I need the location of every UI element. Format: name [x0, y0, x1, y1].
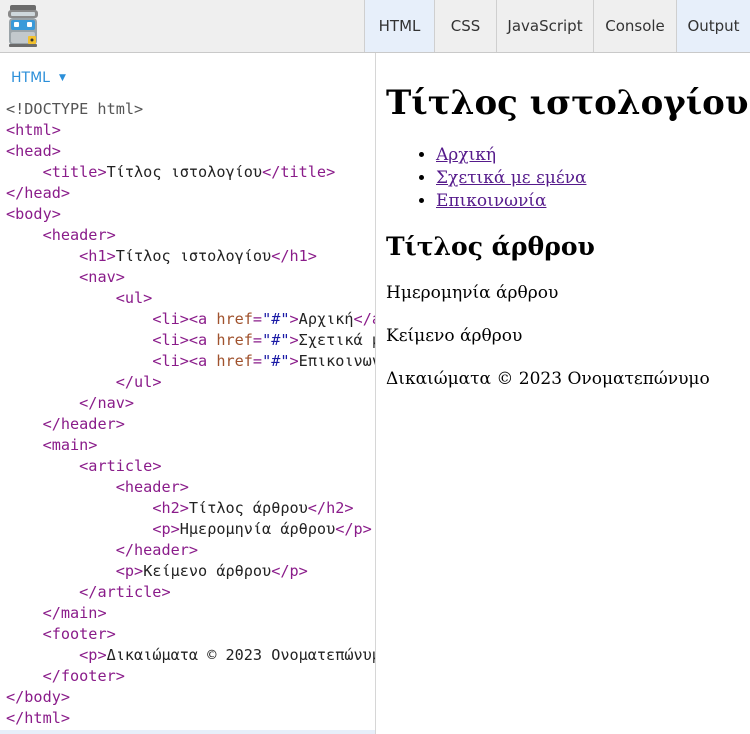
- code-line: <title>Τίτλος ιστολογίου</title>: [42, 163, 336, 181]
- code-line: </main>: [42, 604, 107, 622]
- view-tabs: HTML CSS JavaScript Console Output: [364, 0, 750, 52]
- code-line: </head>: [6, 184, 71, 202]
- code-line: <li><a href="#">Σχετικά με εμένα</a></li…: [152, 331, 375, 349]
- code-editor[interactable]: <!DOCTYPE html> <html> <head> <title>Τίτλο…: [6, 99, 376, 729]
- tab-console-label: Console: [605, 17, 665, 35]
- tab-output-label: Output: [687, 17, 740, 35]
- code-line: <head>: [6, 142, 61, 160]
- code-line: <header>: [115, 478, 189, 496]
- language-selector-label: HTML: [11, 70, 50, 86]
- tab-css-label: CSS: [450, 17, 481, 35]
- code-line: </footer>: [42, 667, 125, 685]
- tab-html[interactable]: HTML: [364, 0, 434, 52]
- output-nav-link-about[interactable]: Σχετικά με εμένα: [436, 168, 586, 188]
- output-nav-list: Αρχική Σχετικά με εμένα Επικοινωνία: [386, 144, 750, 213]
- code-line: <p>Δικαιώματα © 2023 Ονοματεπώνυμο</p>: [79, 646, 376, 664]
- output-article-title: Τίτλος άρθρου: [386, 232, 595, 261]
- caret-down-icon: ▼: [58, 73, 66, 83]
- output-footer-copyright: Δικαιώματα © 2023 Ονοματεπώνυμο: [386, 369, 710, 389]
- output-nav-item: Σχετικά με εμένα: [436, 167, 750, 190]
- output-article-body: Κείμενο άρθρου: [386, 326, 523, 346]
- editor-scroll-track: [0, 730, 375, 734]
- code-line: <body>: [6, 205, 61, 223]
- code-line: <article>: [79, 457, 162, 475]
- code-line: </nav>: [79, 394, 135, 412]
- code-line: </header>: [42, 415, 125, 433]
- code-line: </article>: [79, 583, 171, 601]
- code-line: <ul>: [115, 289, 153, 307]
- html-editor-pane[interactable]: HTML ▼ <!DOCTYPE html> <html> <head> <title…: [0, 53, 376, 734]
- tab-css[interactable]: CSS: [434, 0, 496, 52]
- code-line: </ul>: [115, 373, 162, 391]
- code-line: <footer>: [42, 625, 116, 643]
- output-pane: Τίτλος ιστολογίου Αρχική Σχετικά με εμέν…: [377, 53, 750, 734]
- output-blog-title: Τίτλος ιστολογίου: [386, 83, 749, 123]
- language-selector[interactable]: HTML ▼: [11, 70, 66, 86]
- code-line: <html>: [6, 121, 61, 139]
- code-line: <header>: [42, 226, 116, 244]
- output-nav-item: Αρχική: [436, 144, 750, 167]
- code-line: </body>: [6, 688, 71, 706]
- output-nav-link-contact[interactable]: Επικοινωνία: [436, 191, 546, 211]
- output-nav-link-home[interactable]: Αρχική: [436, 145, 496, 165]
- tab-console[interactable]: Console: [593, 0, 676, 52]
- toolbar: HTML CSS JavaScript Console Output: [0, 0, 750, 53]
- tab-output[interactable]: Output: [676, 0, 750, 52]
- code-line: <h2>Τίτλος άρθρου</h2>: [152, 499, 354, 517]
- code-line: <p>Κείμενο άρθρου</p>: [115, 562, 308, 580]
- code-line: <li><a href="#">Επικοινωνία</a></li>: [152, 352, 375, 370]
- code-line: <!DOCTYPE html>: [6, 100, 144, 118]
- code-line: </html>: [6, 709, 71, 727]
- robot-jar-logo-icon[interactable]: [5, 3, 41, 49]
- output-nav-item: Επικοινωνία: [436, 190, 750, 213]
- code-line: </header>: [115, 541, 199, 559]
- output-article-date: Ημερομηνία άρθρου: [386, 283, 559, 303]
- code-line: <li><a href="#">Αρχική</a></li>: [152, 310, 375, 328]
- code-line: <main>: [42, 436, 98, 454]
- code-line: <h1>Τίτλος ιστολογίου</h1>: [79, 247, 317, 265]
- code-line: <nav>: [79, 268, 125, 286]
- tab-javascript-label: JavaScript: [507, 17, 583, 35]
- tab-javascript[interactable]: JavaScript: [496, 0, 593, 52]
- code-line: <p>Ημερομηνία άρθρου</p>: [152, 520, 372, 538]
- tab-html-label: HTML: [378, 17, 421, 35]
